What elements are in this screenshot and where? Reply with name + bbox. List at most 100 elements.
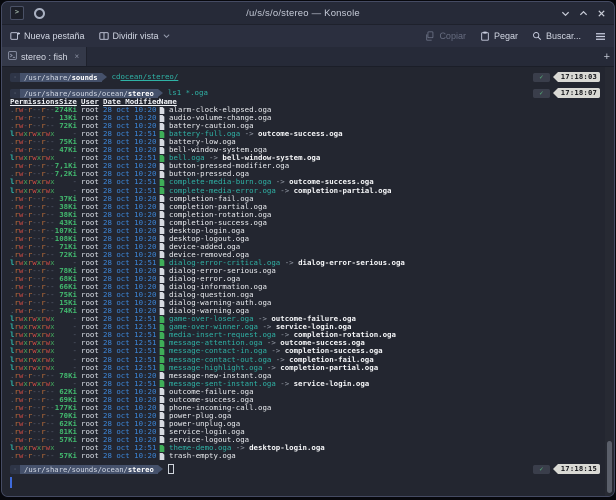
file-row: .rw-r--r--68Kiroot28 oct 10:20dialog-err… xyxy=(10,275,614,283)
prompt-meta: ✓ 17:18:15 xyxy=(533,464,600,474)
search-button[interactable]: Buscar... xyxy=(532,31,581,41)
split-view-button[interactable]: Dividir vista xyxy=(99,31,170,41)
paste-button[interactable]: Pegar xyxy=(480,31,518,41)
file-icon xyxy=(159,404,166,411)
date-cell: 28 oct 10:20 xyxy=(103,452,159,460)
titlebar[interactable]: > /u/s/s/o/stereo — Konsole xyxy=(2,2,614,24)
konsole-window: > /u/s/s/o/stereo — Konsole Nueva pestañ… xyxy=(1,1,615,497)
file-row: lrwxrwxrwx-root28 oct 12:51message-highl… xyxy=(10,364,614,372)
scrollbar-track[interactable] xyxy=(605,67,614,496)
secondary-cursor-bar xyxy=(10,477,12,488)
command-text: ls1 xyxy=(168,89,181,97)
split-view-icon xyxy=(99,31,109,41)
file-row: .rw-r--r--274Kiroot28 oct 10:20alarm-clo… xyxy=(10,106,614,114)
toolbar: Nueva pestaña Dividir vista Copiar Pegar… xyxy=(2,24,614,47)
file-row: .rw-r--r--57Ki root28 oct 10:20 trash-empt… xyxy=(10,452,614,460)
new-tab-icon xyxy=(10,31,20,41)
file-icon xyxy=(159,259,166,266)
tab-bar: stereo : fish × + xyxy=(2,47,614,67)
file-row: .rw-r--r--38Kiroot28 oct 10:20completion… xyxy=(10,211,614,219)
file-icon xyxy=(159,203,166,210)
prompt-line-2: · /usr/share/sounds/ocean/stereo ls1 *.o… xyxy=(10,88,614,98)
file-icon xyxy=(159,131,166,138)
size-cell: 57Ki xyxy=(54,452,77,460)
file-row: .rw-r--r--70Kiroot28 oct 10:20power-plug… xyxy=(10,412,614,420)
maximize-button[interactable] xyxy=(579,9,588,18)
file-icon xyxy=(159,268,166,275)
status-check-icon: ✓ xyxy=(533,73,550,82)
copy-button[interactable]: Copiar xyxy=(425,31,466,41)
file-row: .rw-r--r--62Kiroot28 oct 10:20outcome-fa… xyxy=(10,388,614,396)
file-row: .rw-r--r--13Kiroot28 oct 10:20audio-volu… xyxy=(10,114,614,122)
powerline-arrow-icon xyxy=(102,73,107,81)
file-listing: .rw-r--r--274Kiroot28 oct 10:20alarm-clo… xyxy=(10,106,614,460)
file-icon xyxy=(159,147,166,154)
file-icon xyxy=(159,211,166,218)
scrollbar-handle[interactable] xyxy=(607,441,612,493)
file-icon xyxy=(159,284,166,291)
close-button[interactable] xyxy=(597,9,606,18)
file-row: .rw-r--r--108Kiroot28 oct 10:20desktop-l… xyxy=(10,235,614,243)
file-row: .rw-r--r--75Kiroot28 oct 10:20battery-lo… xyxy=(10,138,614,146)
tab-close-icon[interactable]: × xyxy=(75,52,80,61)
file-icon xyxy=(159,163,166,170)
file-row: .rw-r--r--81Kiroot28 oct 10:20service-lo… xyxy=(10,428,614,436)
pin-icon[interactable] xyxy=(34,8,45,19)
file-icon xyxy=(159,195,166,202)
file-icon xyxy=(159,316,166,323)
file-icon xyxy=(159,300,166,307)
prompt-meta: ✓ 17:18:07 xyxy=(533,88,600,98)
powerline-arrow-icon xyxy=(158,465,163,473)
file-icon xyxy=(159,324,166,331)
prompt-line-3[interactable]: · /usr/share/sounds/ocean/stereo ✓ 17:18… xyxy=(10,464,614,474)
terminal-viewport[interactable]: · /usr/share/sounds cd ocean/stereo/ ✓ 1… xyxy=(2,67,614,496)
timestamp-badge: 17:18:03 xyxy=(558,72,600,82)
terminal-cursor xyxy=(168,464,175,474)
file-row: lrwxrwxrwx-root28 oct 12:51complete-medi… xyxy=(10,187,614,195)
file-icon xyxy=(159,308,166,315)
file-row: .rw-r--r--75Kiroot28 oct 10:20dialog-que… xyxy=(10,291,614,299)
permissions-cell: .rw-r--r-- xyxy=(10,452,54,460)
file-row: .rw-r--r--43Kiroot28 oct 10:20completion… xyxy=(10,219,614,227)
file-icon xyxy=(159,115,166,122)
file-icon xyxy=(159,219,166,226)
file-row: .rw-r--r--37Kiroot28 oct 10:20completion… xyxy=(10,195,614,203)
user-cell: root xyxy=(81,452,103,460)
prompt-status-segment: · xyxy=(10,73,20,82)
prompt-status-segment: · xyxy=(10,465,20,474)
file-icon xyxy=(159,340,166,347)
powerline-arrow-icon xyxy=(158,89,163,97)
hamburger-menu-button[interactable] xyxy=(595,32,606,41)
file-row: .rw-r--r--78Kiroot28 oct 10:20dialog-err… xyxy=(10,267,614,275)
prompt-path: /usr/share/sounds xyxy=(20,73,102,82)
file-icon xyxy=(159,396,166,403)
new-tab-button[interactable]: Nueva pestaña xyxy=(10,31,85,41)
filename-cell: trash-empty.oga xyxy=(169,452,236,460)
konsole-app-icon: > xyxy=(10,6,24,20)
file-icon xyxy=(159,179,166,186)
file-icon xyxy=(159,171,166,178)
file-row: .rw-r--r--107Kiroot28 oct 10:20desktop-l… xyxy=(10,227,614,235)
copy-icon xyxy=(425,31,435,41)
new-tab-plus-button[interactable]: + xyxy=(604,47,610,66)
status-check-icon: ✓ xyxy=(533,89,550,98)
command-text: cd xyxy=(112,73,121,81)
listing-header: Permissions Size User Date Modified Name xyxy=(10,98,614,106)
hamburger-icon xyxy=(595,32,606,41)
file-row: .rw-r--r--71Kiroot28 oct 10:20device-add… xyxy=(10,243,614,251)
file-icon xyxy=(159,445,166,452)
minimize-button[interactable] xyxy=(561,9,570,18)
file-icon xyxy=(159,364,166,371)
file-row: .rw-r--r--7,1Kiroot28 oct 10:20button-pr… xyxy=(10,162,614,170)
file-icon xyxy=(159,380,166,387)
file-row: lrwxrwxrwx-root28 oct 12:51dialog-error-… xyxy=(10,259,614,267)
file-icon xyxy=(159,348,166,355)
timestamp-badge: 17:18:07 xyxy=(558,88,600,98)
file-row: .rw-r--r--15Kiroot28 oct 10:20dialog-war… xyxy=(10,299,614,307)
file-icon xyxy=(159,292,166,299)
tab-stereo-fish[interactable]: stereo : fish × xyxy=(2,47,87,66)
file-icon xyxy=(159,227,166,234)
file-icon xyxy=(159,428,166,435)
file-row: lrwxrwxrwx-root28 oct 12:51battery-full.… xyxy=(10,130,614,138)
command-argument: ocean/stereo/ xyxy=(120,73,178,81)
